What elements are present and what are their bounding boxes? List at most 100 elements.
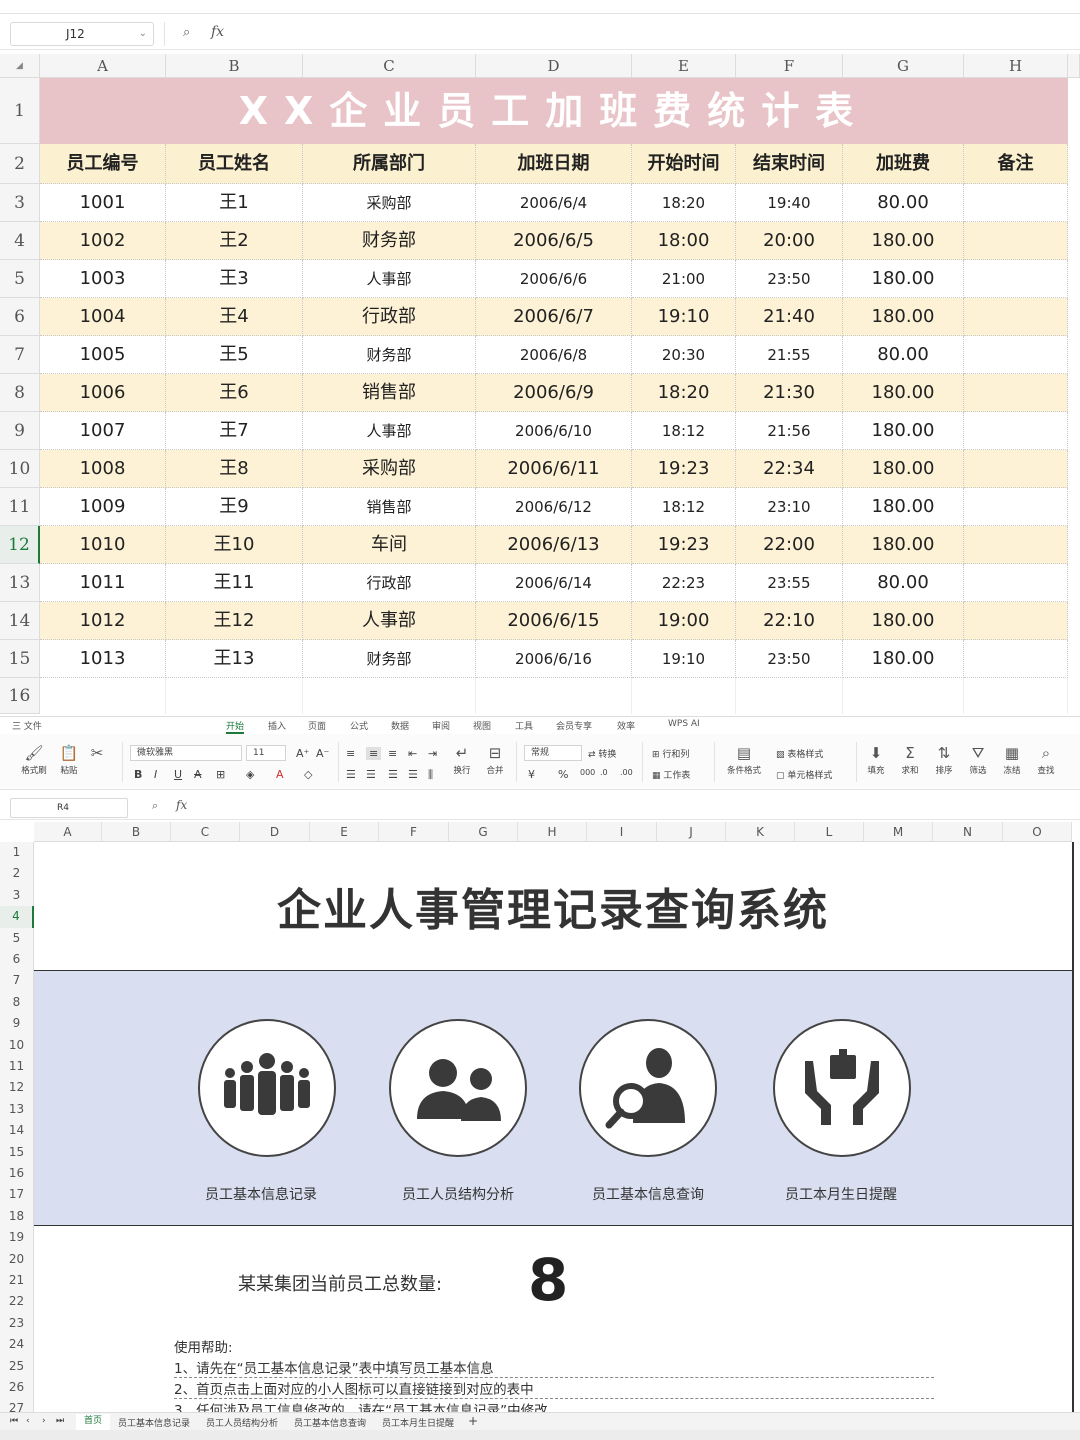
menu-item[interactable]: 效率 — [617, 719, 635, 732]
fx-icon[interactable]: fx — [176, 798, 187, 812]
table-cell[interactable]: 1006 — [40, 374, 166, 412]
table-cell[interactable]: 80.00 — [843, 336, 964, 374]
indent-left-icon[interactable]: ⇤ — [408, 747, 417, 760]
table-cell[interactable]: 采购部 — [303, 184, 476, 222]
column-header[interactable]: E — [632, 54, 736, 78]
table-cell[interactable] — [964, 526, 1068, 564]
table-cell[interactable]: 80.00 — [843, 564, 964, 602]
table-cell[interactable]: 23:50 — [736, 640, 843, 678]
table-cell[interactable]: 180.00 — [843, 602, 964, 640]
currency-icon[interactable]: ¥ — [528, 768, 535, 781]
table-cell[interactable]: 王13 — [166, 640, 303, 678]
next-sheet-icon[interactable]: › — [42, 1416, 46, 1426]
table-cell[interactable]: 行政部 — [303, 564, 476, 602]
table-cell[interactable] — [964, 488, 1068, 526]
table-cell[interactable]: 180.00 — [843, 526, 964, 564]
table-cell[interactable]: 1010 — [40, 526, 166, 564]
row-header[interactable]: 20 — [0, 1248, 34, 1270]
table-cell[interactable]: 21:00 — [632, 260, 736, 298]
table-cell[interactable]: 财务部 — [303, 222, 476, 260]
gift-hands-icon[interactable] — [773, 1019, 911, 1157]
row-header[interactable]: 23 — [0, 1312, 34, 1335]
table-cell[interactable]: 2006/6/10 — [476, 412, 632, 450]
row-header[interactable]: 2 — [0, 863, 34, 885]
row-header[interactable]: 2 — [0, 144, 40, 184]
table-cell[interactable]: 人事部 — [303, 260, 476, 298]
table-cell[interactable]: 180.00 — [843, 374, 964, 412]
table-cell[interactable]: 180.00 — [843, 450, 964, 488]
border-icon[interactable]: ⊞ — [216, 768, 225, 781]
table-cell[interactable]: 20:30 — [632, 336, 736, 374]
table-cell[interactable] — [964, 640, 1068, 678]
menu-item[interactable]: 公式 — [350, 719, 368, 732]
row-header[interactable]: 1 — [0, 78, 40, 144]
row-header[interactable]: 1 — [0, 842, 34, 864]
row-header[interactable]: 3 — [0, 884, 34, 907]
table-cell[interactable]: 行政部 — [303, 298, 476, 336]
table-cell[interactable]: 18:20 — [632, 184, 736, 222]
empty-cell[interactable] — [303, 678, 476, 714]
row-header[interactable]: 24 — [0, 1334, 34, 1356]
table-header-cell[interactable]: 员工姓名 — [166, 144, 303, 184]
row-header[interactable]: 4 — [0, 906, 34, 928]
name-box[interactable]: R4 — [10, 798, 128, 818]
row-header[interactable]: 18 — [0, 1205, 34, 1228]
nav-label[interactable]: 员工人员结构分析 — [358, 1184, 558, 1204]
table-header-cell[interactable]: 员工编号 — [40, 144, 166, 184]
thousands-icon[interactable]: 000 — [580, 768, 595, 777]
menu-item[interactable]: 三 文件 — [12, 719, 42, 732]
menu-item[interactable]: 页面 — [308, 719, 326, 732]
shrink-font-icon[interactable]: A⁻ — [316, 747, 329, 760]
row-header[interactable]: 5 — [0, 927, 34, 949]
table-cell[interactable]: 21:30 — [736, 374, 843, 412]
add-sheet-button[interactable]: + — [468, 1414, 478, 1428]
table-cell[interactable]: 王9 — [166, 488, 303, 526]
table-cell[interactable]: 1008 — [40, 450, 166, 488]
align-middle-icon[interactable]: ≡ — [366, 747, 382, 760]
zoom-icon[interactable]: ⌕ — [183, 25, 190, 40]
table-cell[interactable] — [964, 564, 1068, 602]
table-cell[interactable]: 23:10 — [736, 488, 843, 526]
cond-format-button[interactable]: ▤ 条件格式 — [720, 744, 768, 776]
select-all-corner[interactable]: ◢ — [0, 54, 40, 78]
row-header[interactable]: 11 — [0, 1056, 34, 1078]
column-header[interactable]: H — [964, 54, 1068, 78]
first-sheet-icon[interactable]: ⏮ — [10, 1416, 18, 1426]
row-header[interactable]: 6 — [0, 298, 40, 336]
table-cell[interactable]: 2006/6/8 — [476, 336, 632, 374]
table-cell[interactable]: 销售部 — [303, 374, 476, 412]
table-cell[interactable]: 2006/6/13 — [476, 526, 632, 564]
table-cell[interactable]: 23:50 — [736, 260, 843, 298]
percent-icon[interactable]: % — [558, 768, 568, 781]
sheet-tab[interactable]: 员工基本信息记录 — [118, 1416, 190, 1429]
column-header[interactable]: K — [726, 822, 795, 842]
convert-button[interactable]: ⇄ 转换 — [588, 747, 616, 760]
row-header[interactable]: 15 — [0, 1141, 34, 1163]
grow-font-icon[interactable]: A⁺ — [296, 747, 309, 760]
number-format-select[interactable]: 常规 — [524, 745, 582, 761]
group-people-icon[interactable] — [198, 1019, 336, 1157]
formula-input[interactable]: ⌕ fx — [164, 22, 1064, 46]
table-cell[interactable]: 1007 — [40, 412, 166, 450]
couple-people-icon[interactable] — [389, 1019, 527, 1157]
table-cell[interactable]: 2006/6/6 — [476, 260, 632, 298]
underline-icon[interactable]: U — [174, 768, 182, 781]
menu-item[interactable]: WPS AI — [668, 719, 700, 729]
empty-cell[interactable] — [476, 678, 632, 714]
align-top-icon[interactable]: ≡ — [346, 747, 355, 760]
row-header[interactable]: 6 — [0, 949, 34, 971]
sheet-tab[interactable]: 员工本月生日提醒 — [382, 1416, 454, 1429]
menu-item[interactable]: 工具 — [515, 719, 533, 732]
table-cell[interactable]: 19:23 — [632, 526, 736, 564]
menu-item[interactable]: 视图 — [473, 719, 491, 732]
cell-style-button[interactable]: ▢ 单元格样式 — [776, 768, 832, 781]
table-cell[interactable]: 销售部 — [303, 488, 476, 526]
menu-item[interactable]: 审阅 — [432, 719, 450, 732]
empty-cell[interactable] — [843, 678, 964, 714]
row-header[interactable]: 25 — [0, 1355, 34, 1377]
table-cell[interactable]: 22:00 — [736, 526, 843, 564]
table-cell[interactable]: 1012 — [40, 602, 166, 640]
nav-label[interactable]: 员工基本信息查询 — [548, 1184, 748, 1204]
table-cell[interactable]: 180.00 — [843, 260, 964, 298]
row-header[interactable]: 8 — [0, 991, 34, 1014]
